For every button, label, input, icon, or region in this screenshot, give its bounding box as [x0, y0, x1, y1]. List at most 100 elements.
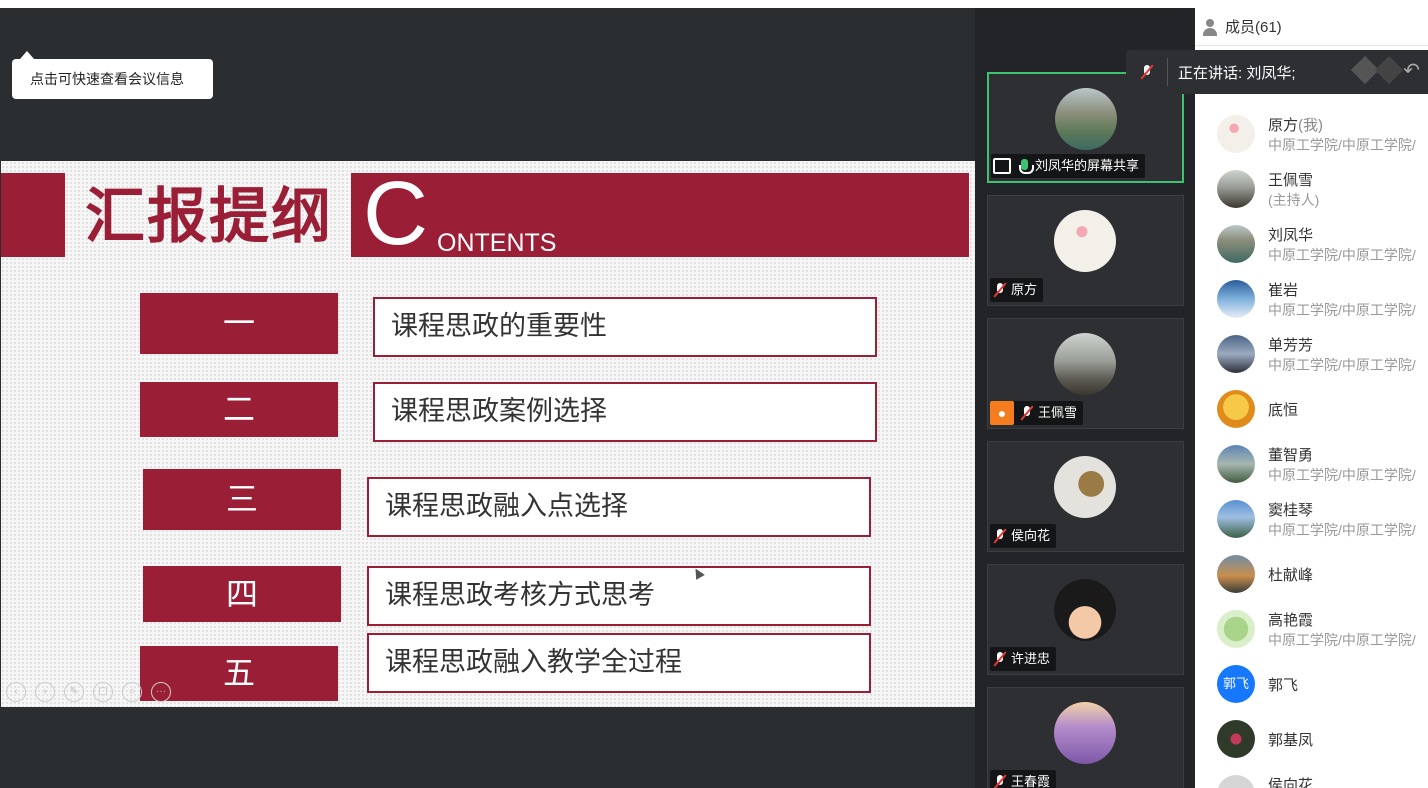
top-strip: [0, 0, 1428, 8]
pen-icon[interactable]: ✎: [64, 682, 84, 702]
participant-name: 刘凤华的屏幕共享: [1035, 158, 1140, 173]
avatar: [1054, 456, 1116, 518]
member-org: 中原工学院/中原工学院/: [1268, 137, 1416, 153]
video-tile[interactable]: 原方: [987, 195, 1184, 306]
video-tiles-panel: 刘凤华的屏幕共享 原方 ● 王佩雪 侯向花 许进忠 王春霞: [975, 8, 1195, 788]
avatar: [1217, 445, 1255, 483]
member-org: 中原工学院/中原工学院/: [1268, 632, 1416, 648]
member-item[interactable]: 杜献峰: [1195, 546, 1428, 601]
avatar: 郭飞: [1217, 665, 1255, 703]
avatar: [1217, 720, 1255, 758]
member-item[interactable]: 郭飞 郭飞: [1195, 656, 1428, 711]
avatar: [1054, 702, 1116, 764]
member-name: 董智勇: [1268, 447, 1314, 464]
mic-off-icon: [992, 282, 1008, 298]
members-panel: 成员(61) 原方(我) 中原工学院/中原工学院/ 王佩雪 (主持人) 刘凤华 …: [1195, 8, 1428, 788]
video-tile[interactable]: ● 王佩雪: [987, 318, 1184, 429]
member-item[interactable]: 董智勇 中原工学院/中原工学院/: [1195, 436, 1428, 491]
outline-item: 课程思政的重要性: [373, 297, 877, 357]
member-item[interactable]: 单芳芳 中原工学院/中原工学院/: [1195, 326, 1428, 381]
outline-item: 课程思政案例选择: [373, 382, 877, 442]
mic-on-icon: [1016, 158, 1034, 174]
banner-actions: ↶: [1351, 55, 1420, 85]
speaking-banner: 正在讲话: 刘凤华; ↶: [1126, 50, 1428, 94]
contents-label: ONTENTS: [437, 229, 557, 257]
avatar: [1217, 390, 1255, 428]
divider: [1167, 58, 1168, 86]
layout-icon[interactable]: [1375, 55, 1404, 85]
member-name: 原方(我): [1268, 117, 1324, 134]
mic-off-icon: [992, 774, 1008, 788]
tile-label: 刘凤华的屏幕共享: [991, 154, 1146, 178]
avatar: [1055, 88, 1117, 150]
more-options-icon[interactable]: ···: [151, 682, 171, 702]
avatar: [1217, 170, 1255, 208]
members-count: 成员(61): [1225, 19, 1282, 36]
prev-slide-icon[interactable]: ‹: [6, 682, 26, 702]
member-item[interactable]: 高艳霞 中原工学院/中原工学院/: [1195, 601, 1428, 656]
zoom-icon[interactable]: ○: [122, 682, 142, 702]
member-item[interactable]: 王佩雪 (主持人): [1195, 161, 1428, 216]
member-org: 中原工学院/中原工学院/: [1268, 357, 1416, 373]
speaking-text: 正在讲话: 刘凤华;: [1178, 64, 1296, 82]
contents-initial: C: [363, 164, 428, 264]
participant-name: 原方: [1011, 282, 1038, 297]
avatar: [1217, 280, 1255, 318]
screen-share-icon: [993, 158, 1011, 174]
tile-label: 许进忠: [990, 647, 1057, 671]
avatar: [1217, 335, 1255, 373]
member-item[interactable]: 郭基凤: [1195, 711, 1428, 766]
avatar: [1217, 500, 1255, 538]
meeting-window: 点击可快速查看会议信息 汇报提纲 C ONTENTS 一 课程思政的重要性 二 …: [0, 0, 1428, 788]
members-header[interactable]: 成员(61): [1195, 8, 1428, 46]
outline-number: 二: [140, 382, 338, 437]
member-item[interactable]: 刘凤华 中原工学院/中原工学院/: [1195, 216, 1428, 271]
avatar: [1217, 115, 1255, 153]
outline-item: 课程思政融入教学全过程: [367, 633, 871, 693]
undo-icon[interactable]: ↶: [1403, 60, 1420, 82]
video-tile[interactable]: 王春霞: [987, 687, 1184, 788]
member-name: 杜献峰: [1268, 567, 1314, 584]
member-org: 中原工学院/中原工学院/: [1268, 247, 1416, 263]
participant-name: 王春霞: [1011, 774, 1051, 788]
meeting-info-tooltip[interactable]: 点击可快速查看会议信息: [12, 51, 213, 99]
member-name: 高艳霞: [1268, 612, 1314, 629]
tile-label: ● 王佩雪: [990, 401, 1084, 425]
member-name: 窦桂琴: [1268, 502, 1314, 519]
avatar: [1217, 555, 1255, 593]
member-org: 中原工学院/中原工学院/: [1268, 302, 1416, 318]
outline-item: 课程思政考核方式思考: [367, 566, 871, 626]
video-tile[interactable]: 侯向花: [987, 441, 1184, 552]
member-item[interactable]: 侯向花: [1195, 766, 1428, 788]
member-org: 中原工学院/中原工学院/: [1268, 522, 1416, 538]
participant-name: 王佩雪: [1038, 405, 1078, 420]
user-icon: ●: [990, 401, 1014, 425]
slide-decor-block: [1, 173, 65, 257]
video-tile[interactable]: 许进忠: [987, 564, 1184, 675]
members-icon: [1201, 18, 1219, 36]
slides-grid-icon[interactable]: ▢: [93, 682, 113, 702]
member-item[interactable]: 崔岩 中原工学院/中原工学院/: [1195, 271, 1428, 326]
mic-off-icon: [1139, 64, 1155, 80]
member-item[interactable]: 窦桂琴 中原工学院/中原工学院/: [1195, 491, 1428, 546]
next-slide-icon[interactable]: ›: [35, 682, 55, 702]
member-name: 郭基凤: [1268, 732, 1314, 749]
tile-label: 侯向花: [990, 524, 1057, 548]
outline-item: 课程思政融入点选择: [367, 477, 871, 537]
member-name: 郭飞: [1268, 677, 1299, 694]
member-role: (主持人): [1268, 192, 1320, 208]
avatar: [1054, 210, 1116, 272]
tile-label: 原方: [990, 278, 1044, 302]
outline-number: 一: [140, 293, 338, 354]
participant-name: 许进忠: [1011, 651, 1051, 666]
member-name: 王佩雪: [1268, 172, 1314, 189]
participant-name: 侯向花: [1011, 528, 1051, 543]
tile-label: 王春霞: [990, 770, 1057, 788]
member-name: 底恒: [1268, 402, 1299, 419]
member-item[interactable]: 底恒: [1195, 381, 1428, 436]
presentation-slide: 汇报提纲 C ONTENTS 一 课程思政的重要性 二 课程思政案例选择 三 课…: [1, 161, 975, 707]
member-org: 中原工学院/中原工学院/: [1268, 467, 1416, 483]
member-item[interactable]: 原方(我) 中原工学院/中原工学院/: [1195, 106, 1428, 161]
mic-off-icon: [992, 528, 1008, 544]
avatar: [1217, 775, 1255, 788]
